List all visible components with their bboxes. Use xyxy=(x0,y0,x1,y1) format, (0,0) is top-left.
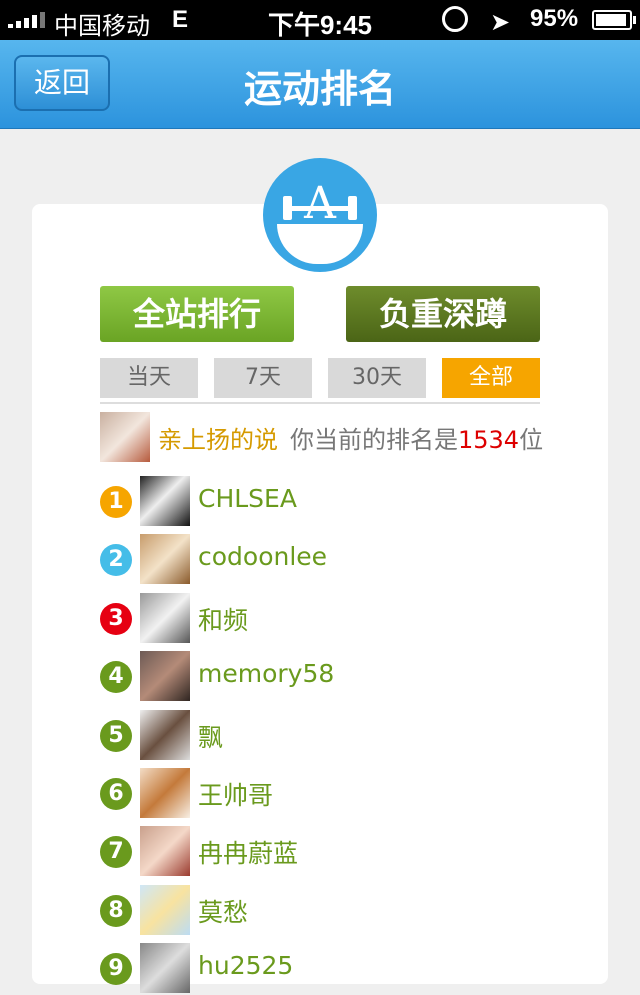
my-avatar xyxy=(100,412,150,462)
user-name[interactable]: 莫愁 xyxy=(198,893,248,929)
tab-7-days[interactable]: 7天 xyxy=(214,358,312,398)
user-avatar[interactable] xyxy=(140,476,190,526)
user-avatar[interactable] xyxy=(140,943,190,994)
rank-badge: 3 xyxy=(100,602,132,635)
rank-badge: 6 xyxy=(100,778,132,810)
user-avatar[interactable] xyxy=(140,768,190,818)
site-rank-button[interactable]: 全站排行 xyxy=(100,286,294,342)
rank-suffix: 位 xyxy=(519,426,544,454)
rank-badge: 1 xyxy=(100,486,132,518)
divider xyxy=(100,402,540,404)
my-rank-number: 1534 xyxy=(458,426,520,454)
battery-icon xyxy=(592,10,636,30)
user-name[interactable]: 和频 xyxy=(198,601,248,637)
rank-badge: 9 xyxy=(100,953,132,986)
my-rank-line: 亲上扬的说 你当前的排名是1534位 xyxy=(158,420,543,455)
my-username[interactable]: 亲上扬的说 xyxy=(158,426,278,454)
user-avatar[interactable] xyxy=(140,651,190,702)
squat-sport-icon: A xyxy=(263,158,377,272)
user-name[interactable]: codoonlee xyxy=(198,542,327,571)
page-title: 运动排名 xyxy=(243,67,396,111)
rank-badge: 4 xyxy=(100,661,132,694)
tab-all[interactable]: 全部 xyxy=(442,358,540,398)
user-avatar[interactable] xyxy=(140,592,190,643)
rank-badge: 8 xyxy=(100,894,132,927)
battery-percent: 95% xyxy=(530,5,579,32)
user-avatar[interactable] xyxy=(140,534,190,585)
user-name[interactable]: memory58 xyxy=(198,659,334,688)
rotation-lock-icon xyxy=(442,6,468,32)
tab-30-days[interactable]: 30天 xyxy=(328,358,426,398)
location-icon: ➤ xyxy=(490,9,511,36)
user-name[interactable]: 冉冉蔚蓝 xyxy=(198,834,298,870)
user-name[interactable]: 王帅哥 xyxy=(198,776,273,812)
user-name[interactable]: 飘 xyxy=(198,718,223,754)
rank-prefix: 你当前的排名是 xyxy=(290,426,458,454)
status-bar: 中国移动 E 下午9:45 ➤ 95% xyxy=(0,0,640,40)
user-name[interactable]: hu2525 xyxy=(198,951,293,980)
navigation-bar: 返回 运动排名 xyxy=(0,40,640,129)
user-avatar[interactable] xyxy=(140,826,190,877)
user-name[interactable]: CHLSEA xyxy=(198,484,297,513)
user-avatar[interactable] xyxy=(140,884,190,935)
rank-badge: 5 xyxy=(100,719,132,752)
tab-today[interactable]: 当天 xyxy=(100,358,198,398)
squat-filter-button[interactable]: 负重深蹲 xyxy=(346,286,540,342)
user-avatar[interactable] xyxy=(140,709,190,760)
